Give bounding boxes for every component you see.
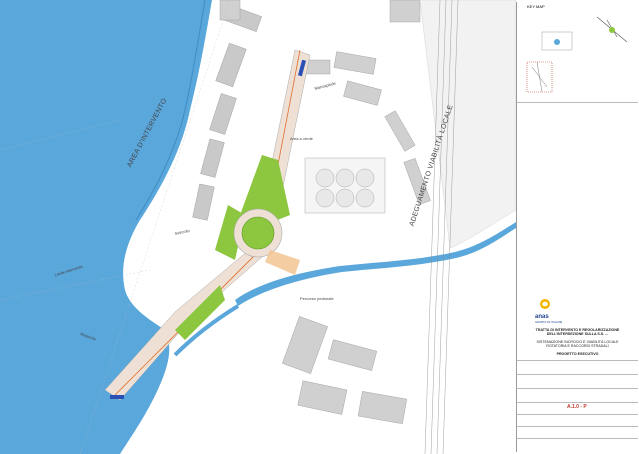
phase-label: PROGETTO ESECUTIVO [556,352,599,356]
tanks [304,157,386,214]
callout-3: Area a verde [290,136,314,141]
anas-logo [540,299,550,309]
drawing-sheet: AREA D'INTERVENTO ADEGUAMENTO VIABILITÀ … [0,0,639,454]
callout-4: Percorso pedonale [300,296,334,301]
roundabout-island [241,216,275,250]
section-marker-south [110,395,124,399]
doc-code: A.1.0 - P [567,404,587,410]
company-subtitle: GRUPPO FS ITALIANE [535,321,563,324]
title-block: KEY MAP anas GRUPPO FS ITALIANE TRATTA D… [516,2,638,452]
company-name: anas [535,314,549,320]
keymap-thumbnail [517,12,638,102]
project-title: TRATTA DI INTERVENTO E REGOLARIZZAZIONE … [535,328,620,336]
project-line-2: ROTATORIA E RACCORDI STRADALI [546,344,609,348]
site-plan-map: AREA D'INTERVENTO ADEGUAMENTO VIABILITÀ … [0,0,516,454]
